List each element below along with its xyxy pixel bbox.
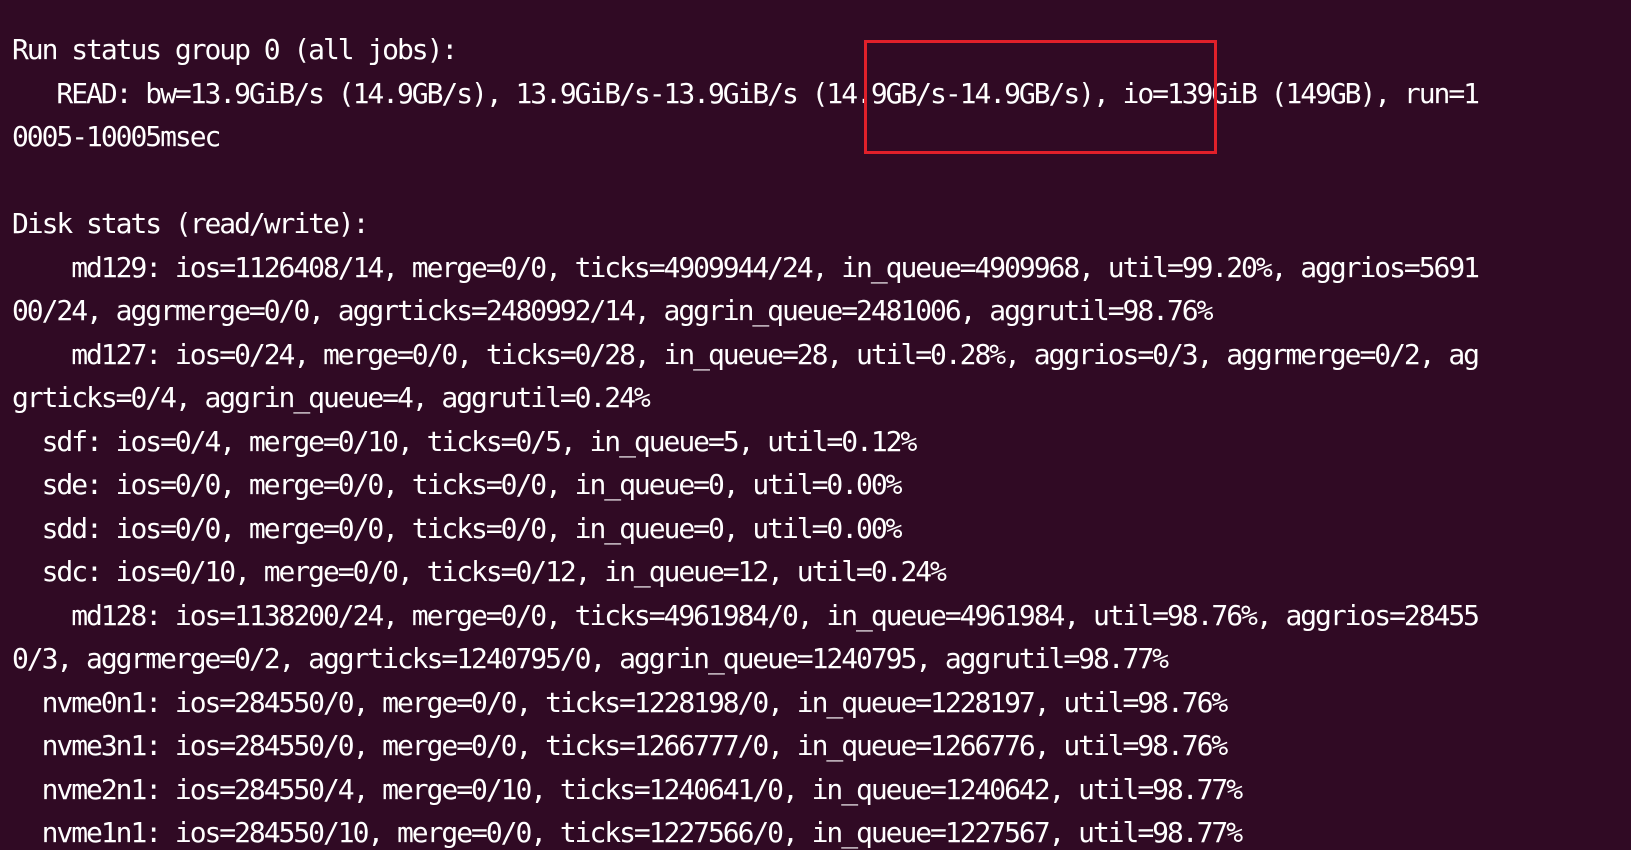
terminal-line-md127-wrap: grticks=0/4, aggrin_queue=4, aggrutil=0.… xyxy=(12,381,651,414)
terminal-line-sde: sde: ios=0/0, merge=0/0, ticks=0/0, in_q… xyxy=(12,468,903,501)
terminal-line-nvme2n1: nvme2n1: ios=284550/4, merge=0/10, ticks… xyxy=(12,772,1243,806)
terminal-line-sdf: sdf: ios=0/4, merge=0/10, ticks=0/5, in_… xyxy=(12,424,918,458)
terminal-line-md129-wrap: 00/24, aggrmerge=0/0, aggrticks=2480992/… xyxy=(12,294,1213,327)
terminal-line-read-bw: READ: bw=13.9GiB/s (14.9GB/s), 13.9GiB/s… xyxy=(12,76,1480,110)
terminal-line-md127: md127: ios=0/24, merge=0/0, ticks=0/28, … xyxy=(12,337,1480,371)
terminal-line-read-bw-wrap: 0005-10005msec xyxy=(12,120,221,153)
terminal-line-run-status: Run status group 0 (all jobs): xyxy=(12,33,458,66)
terminal-line-nvme3n1: nvme3n1: ios=284550/0, merge=0/0, ticks=… xyxy=(12,729,1229,762)
terminal-line-md128: md128: ios=1138200/24, merge=0/0, ticks=… xyxy=(12,598,1480,632)
terminal-window[interactable]: Run status group 0 (all jobs): READ: bw=… xyxy=(0,0,1631,850)
terminal-line-md128-wrap: 0/3, aggrmerge=0/2, aggrticks=1240795/0,… xyxy=(12,642,1169,675)
highlight-annotation-box xyxy=(864,40,1217,154)
terminal-line-sdd: sdd: ios=0/0, merge=0/0, ticks=0/0, in_q… xyxy=(12,511,903,545)
terminal-line-sdc: sdc: ios=0/10, merge=0/0, ticks=0/12, in… xyxy=(12,555,947,588)
terminal-line-md129: md129: ios=1126408/14, merge=0/0, ticks=… xyxy=(12,250,1480,284)
terminal-line-disk-stats-header: Disk stats (read/write): xyxy=(12,207,369,240)
terminal-line-nvme0n1: nvme0n1: ios=284550/0, merge=0/0, ticks=… xyxy=(12,685,1229,719)
terminal-line-nvme1n1: nvme1n1: ios=284550/10, merge=0/0, ticks… xyxy=(12,816,1243,849)
